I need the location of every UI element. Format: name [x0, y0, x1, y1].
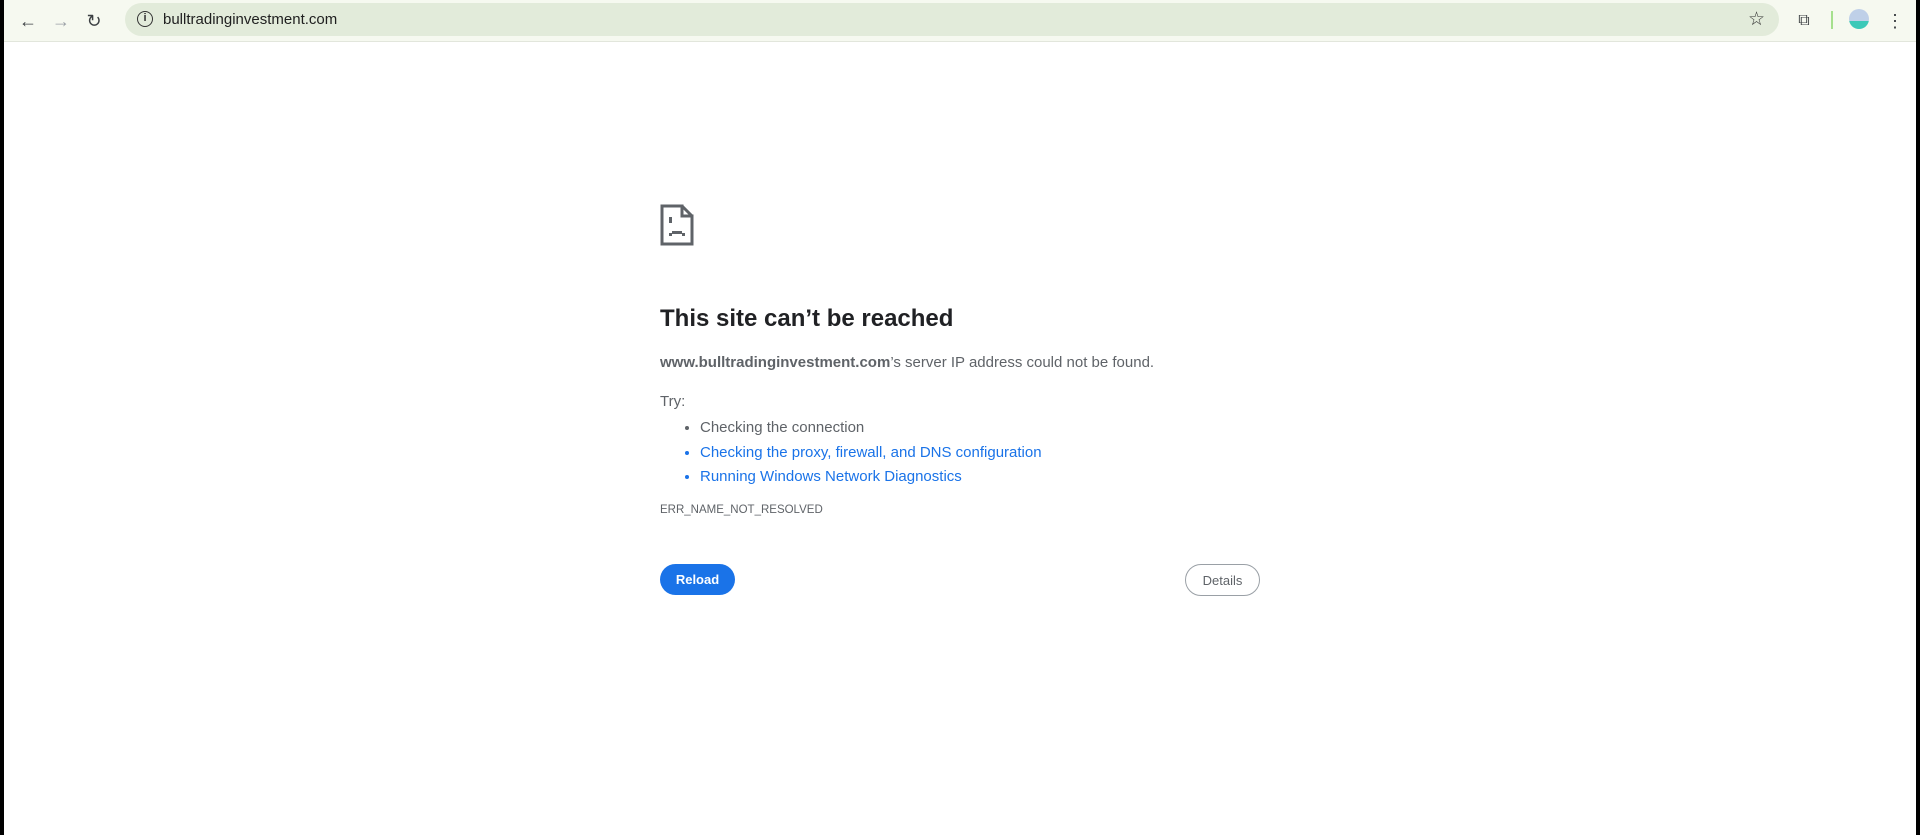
error-page: This site can’t be reached www.bulltradi… [660, 204, 1260, 596]
bookmark-star-icon[interactable]: ☆ [1748, 8, 1765, 31]
suggestion-check-connection: Checking the connection [700, 416, 1260, 441]
extensions-icon[interactable]: ⧉ [1790, 7, 1818, 35]
suggestion-network-diagnostics-link[interactable]: Running Windows Network Diagnostics [700, 465, 1260, 490]
suggestions-list: Checking the connection Checking the pro… [660, 416, 1260, 490]
browser-toolbar: ← → ↻ i bulltradinginvestment.com ☆ ⧉ ⋮ [4, 0, 1916, 42]
reload-button[interactable]: Reload [660, 564, 735, 595]
try-label: Try: [660, 393, 686, 410]
forward-icon[interactable]: → [47, 7, 75, 35]
back-icon[interactable]: ← [14, 7, 42, 35]
profile-avatar[interactable] [1849, 9, 1869, 29]
error-title: This site can’t be reached [660, 305, 954, 332]
sad-page-icon [660, 204, 694, 246]
toolbar-divider [1831, 11, 1833, 29]
error-message-text: ’s server IP address could not be found. [890, 354, 1155, 371]
error-actions: Reload Details [660, 564, 1260, 596]
suggestion-proxy-firewall-dns-link[interactable]: Checking the proxy, firewall, and DNS co… [700, 441, 1260, 466]
browser-window: ← → ↻ i bulltradinginvestment.com ☆ ⧉ ⋮ … [4, 0, 1916, 835]
address-bar[interactable]: i bulltradinginvestment.com ☆ [125, 3, 1779, 36]
url-text[interactable]: bulltradinginvestment.com [163, 11, 337, 28]
error-message: www.bulltradinginvestment.com’s server I… [660, 353, 1260, 373]
reload-icon[interactable]: ↻ [80, 7, 108, 35]
error-host: www.bulltradinginvestment.com [660, 354, 891, 371]
error-code: ERR_NAME_NOT_RESOLVED [660, 503, 823, 516]
details-button[interactable]: Details [1185, 564, 1260, 596]
menu-kebab-icon[interactable]: ⋮ [1881, 7, 1909, 35]
site-info-icon[interactable]: i [137, 11, 153, 27]
